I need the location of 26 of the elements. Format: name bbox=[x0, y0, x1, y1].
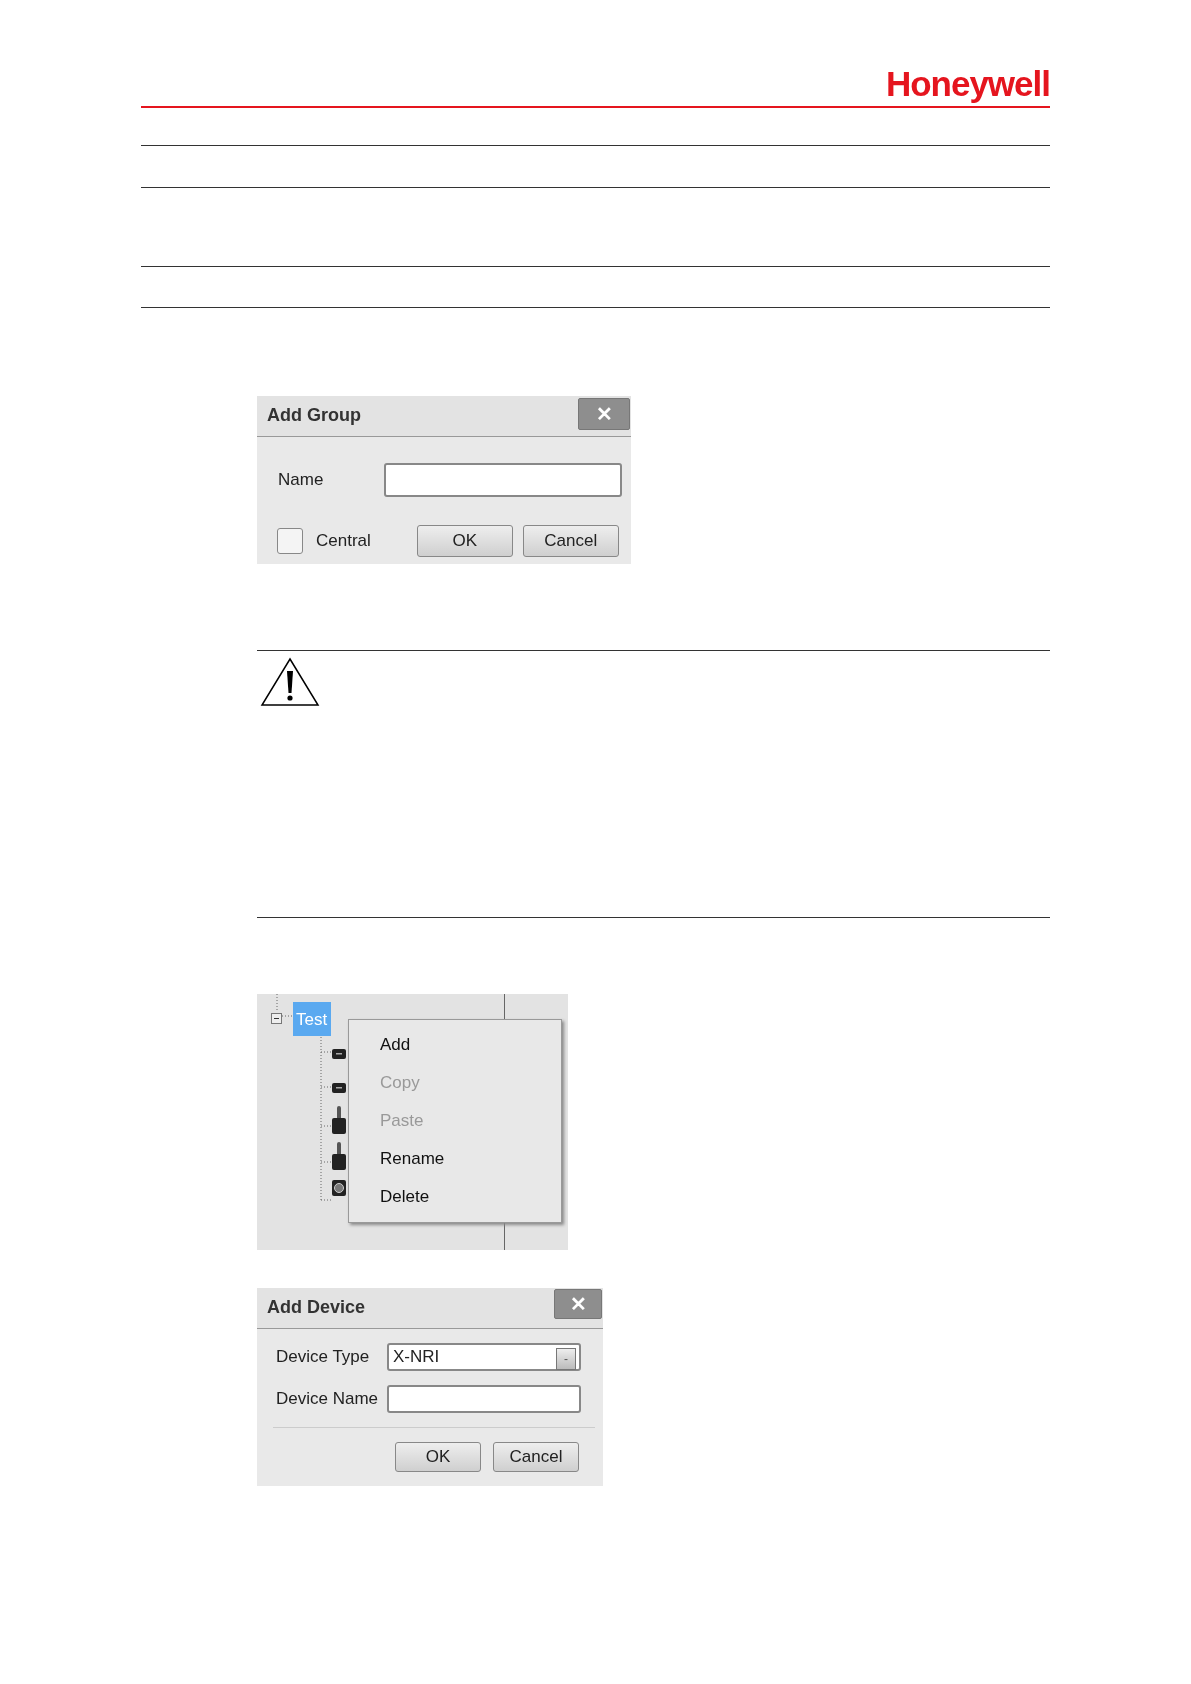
menu-item[interactable]: Delete bbox=[349, 1178, 561, 1216]
recorder-icon bbox=[332, 1048, 346, 1060]
field-label: Device Type bbox=[276, 1347, 371, 1367]
warning-icon bbox=[260, 657, 320, 707]
cancel-button[interactable]: Cancel bbox=[522, 525, 619, 557]
checkbox-label: Central bbox=[316, 531, 371, 551]
recorder-icon bbox=[332, 1082, 346, 1094]
field-label: Name bbox=[278, 470, 325, 490]
device-type-dropdown[interactable]: X-NRI - bbox=[387, 1343, 581, 1371]
name-field[interactable] bbox=[384, 463, 622, 497]
dropdown-button[interactable]: - bbox=[556, 1348, 576, 1370]
cancel-button[interactable]: Cancel bbox=[493, 1442, 579, 1472]
ok-button[interactable]: OK bbox=[416, 525, 513, 557]
dialog-title: Add Group bbox=[266, 404, 362, 427]
logo: Honeywell bbox=[885, 66, 1050, 102]
menu-item[interactable]: Rename bbox=[349, 1140, 561, 1178]
camera-icon bbox=[332, 1180, 346, 1196]
field-label: Device Name bbox=[276, 1389, 380, 1409]
ok-button[interactable]: OK bbox=[395, 1442, 481, 1472]
joystick-icon bbox=[332, 1142, 346, 1170]
central-checkbox[interactable] bbox=[277, 528, 303, 554]
device-name-field[interactable] bbox=[387, 1385, 581, 1413]
joystick-icon bbox=[332, 1106, 346, 1134]
collapse-icon[interactable] bbox=[271, 1013, 282, 1024]
dialog-title: Add Device bbox=[266, 1296, 367, 1319]
menu-item[interactable]: Add bbox=[349, 1026, 561, 1064]
